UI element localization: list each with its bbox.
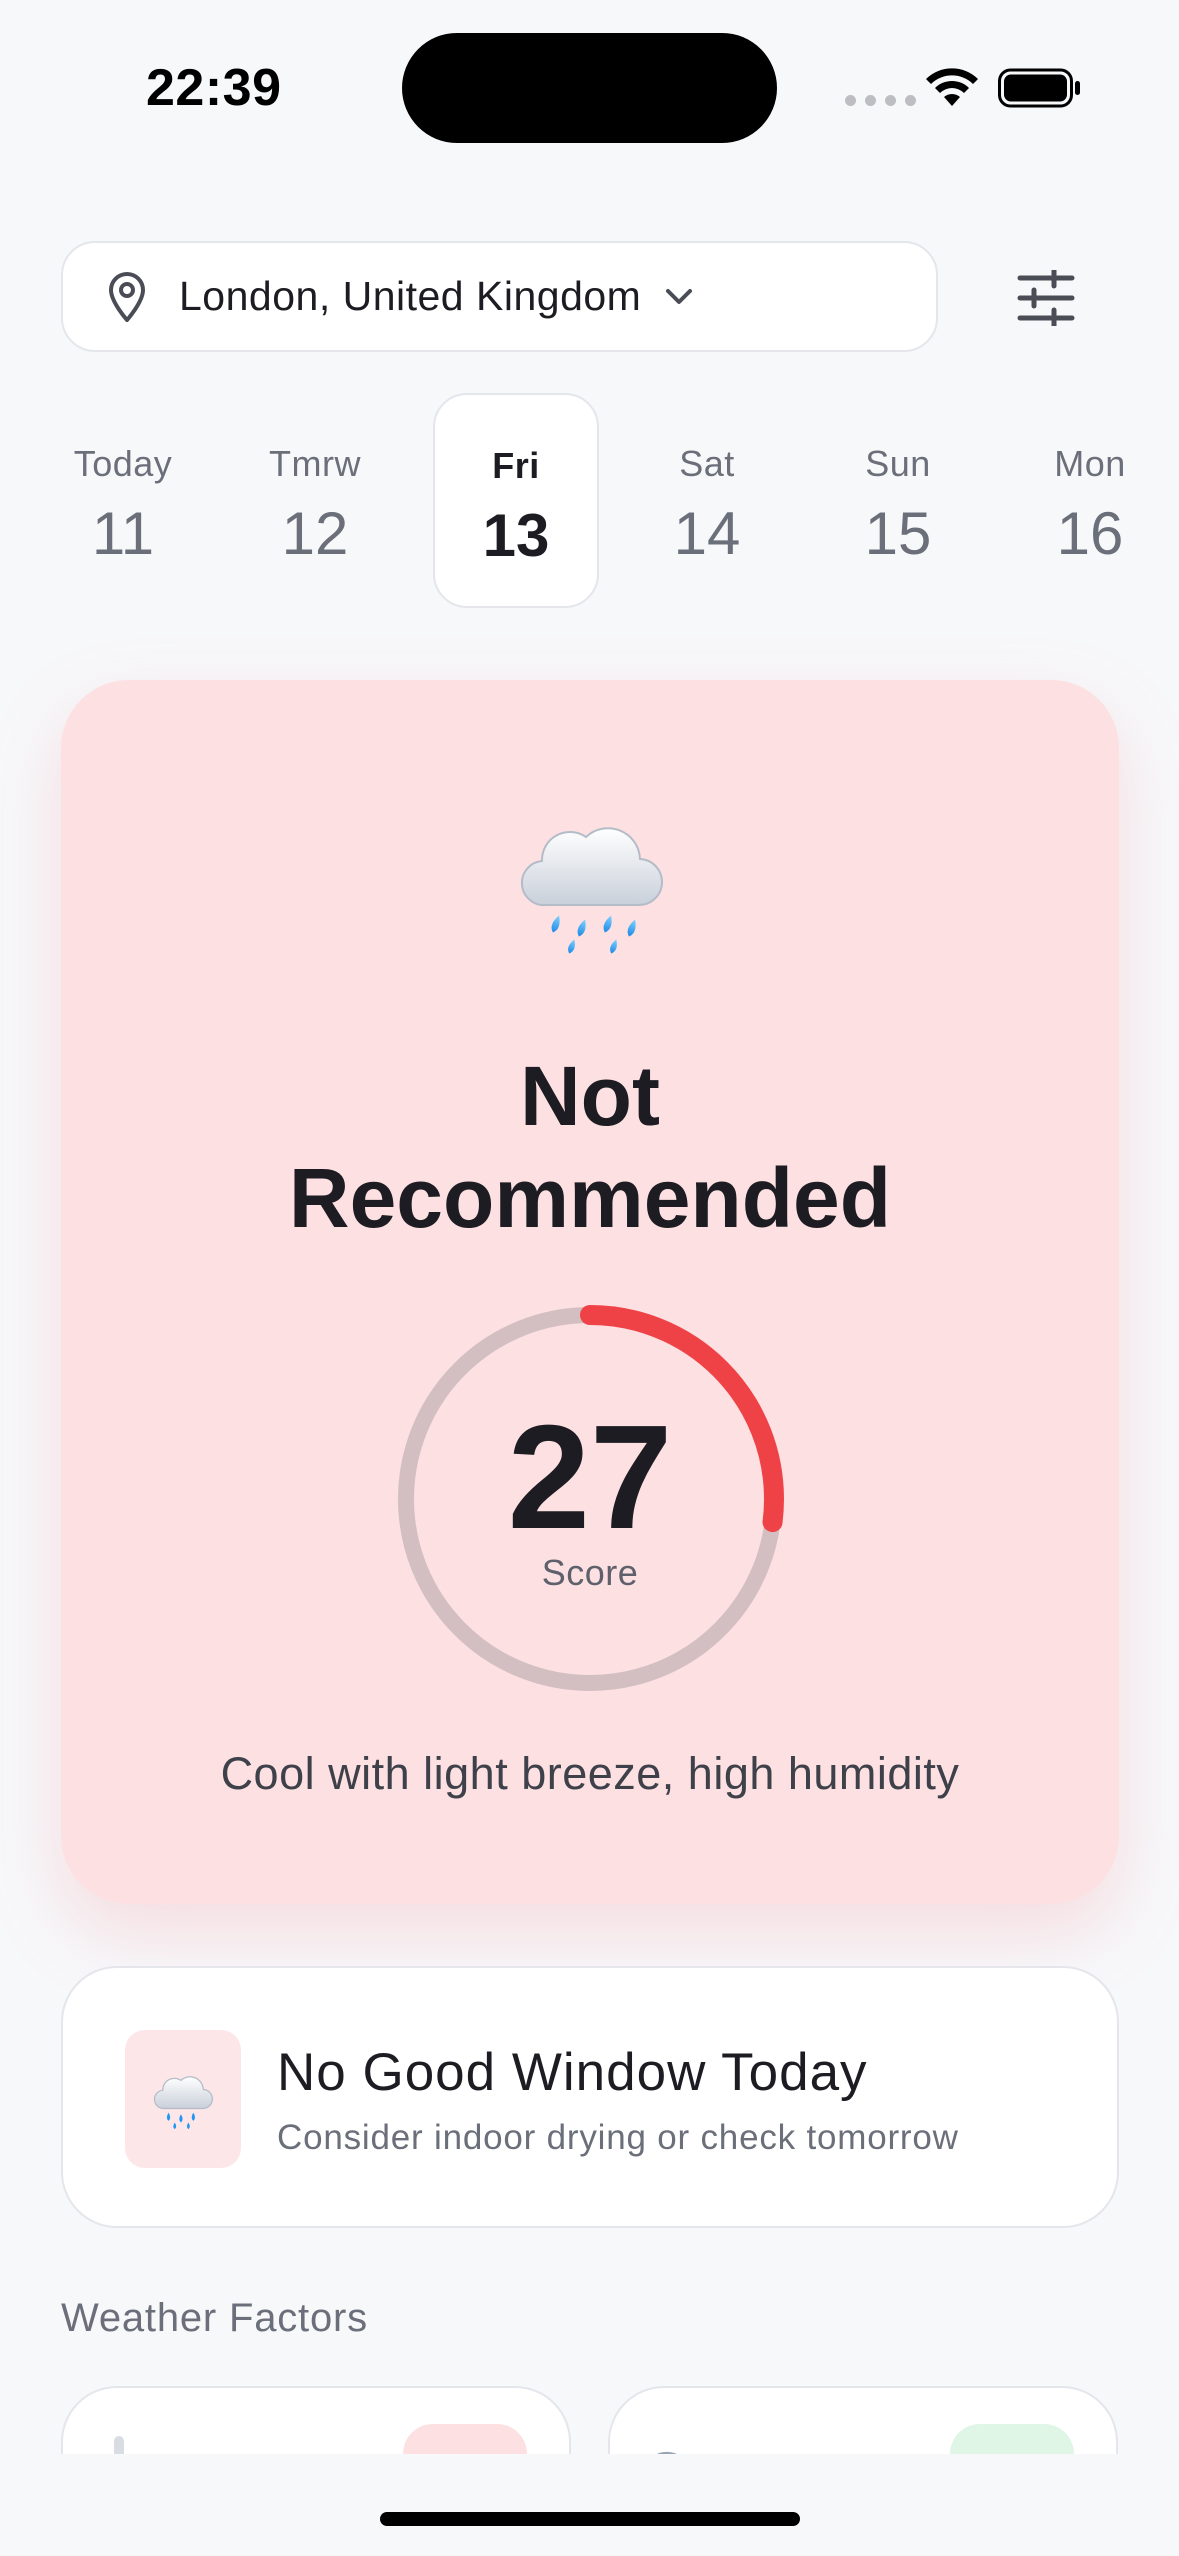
date-day: 15: [864, 500, 932, 567]
date-tab-today[interactable]: Today 11: [40, 393, 206, 608]
factor-status-badge: [950, 2424, 1074, 2454]
window-subtitle: Consider indoor drying or check tomorrow: [277, 2118, 959, 2157]
weather-factors-title: Weather Factors: [61, 2296, 368, 2340]
date-weekday: Fri: [492, 445, 540, 486]
rain-cloud-icon: [153, 2076, 213, 2130]
drying-verdict-card: Not Recommended 27 Score Cool with light…: [61, 680, 1119, 1904]
dynamic-island: [402, 33, 777, 143]
home-indicator[interactable]: [380, 2512, 800, 2526]
date-weekday: Mon: [1054, 443, 1126, 484]
filter-settings-button[interactable]: [1004, 256, 1088, 340]
factor-card-wind[interactable]: [608, 2386, 1118, 2454]
wind-icon: [656, 2452, 678, 2454]
date-day: 11: [91, 500, 155, 567]
date-weekday: Today: [73, 443, 173, 484]
battery-icon: [998, 68, 1080, 108]
location-selector[interactable]: London, United Kingdom: [61, 241, 938, 352]
score-label: Score: [541, 1552, 639, 1593]
chevron-down-icon: [666, 288, 693, 304]
sliders-icon: [1017, 270, 1075, 326]
date-tab-mon[interactable]: Mon 16: [1007, 393, 1173, 608]
date-weekday: Sat: [679, 443, 735, 484]
date-tab-sat[interactable]: Sat 14: [624, 393, 790, 608]
score-value: 27: [507, 1395, 673, 1560]
verdict-line-2: Recommended: [288, 1151, 892, 1245]
verdict-title: Not Recommended: [61, 1045, 1119, 1249]
wifi-icon: [926, 68, 978, 106]
thermometer-icon: [114, 2436, 124, 2454]
map-pin-icon: [109, 271, 145, 322]
date-day: 14: [673, 500, 741, 567]
weather-factors-grid: [0, 2380, 1179, 2454]
location-label: London, United Kingdom: [179, 273, 642, 319]
date-weekday: Tmrw: [269, 443, 361, 484]
rain-cloud-icon: [520, 827, 664, 954]
factor-status-badge: [403, 2424, 527, 2454]
date-weekday: Sun: [865, 443, 931, 484]
status-time: 22:39: [146, 59, 282, 117]
window-icon-box: [125, 2030, 241, 2168]
cellular-signal-icon: [845, 95, 916, 106]
date-day: 12: [281, 500, 349, 567]
weather-summary: Cool with light breeze, high humidity: [220, 1748, 960, 1799]
verdict-line-1: Not: [520, 1049, 660, 1143]
factor-card-temperature[interactable]: [61, 2386, 571, 2454]
date-day: 16: [1056, 500, 1124, 567]
date-tab-fri[interactable]: Fri 13: [433, 393, 599, 608]
window-title: No Good Window Today: [277, 2043, 868, 2102]
date-tab-tomorrow[interactable]: Tmrw 12: [232, 393, 398, 608]
date-tab-sun[interactable]: Sun 15: [815, 393, 981, 608]
date-strip: Today 11 Tmrw 12 Fri 13 Sat 14 Sun 15 Mo…: [40, 393, 1179, 608]
drying-window-card[interactable]: No Good Window Today Consider indoor dry…: [61, 1966, 1119, 2228]
date-day: 13: [482, 502, 550, 569]
